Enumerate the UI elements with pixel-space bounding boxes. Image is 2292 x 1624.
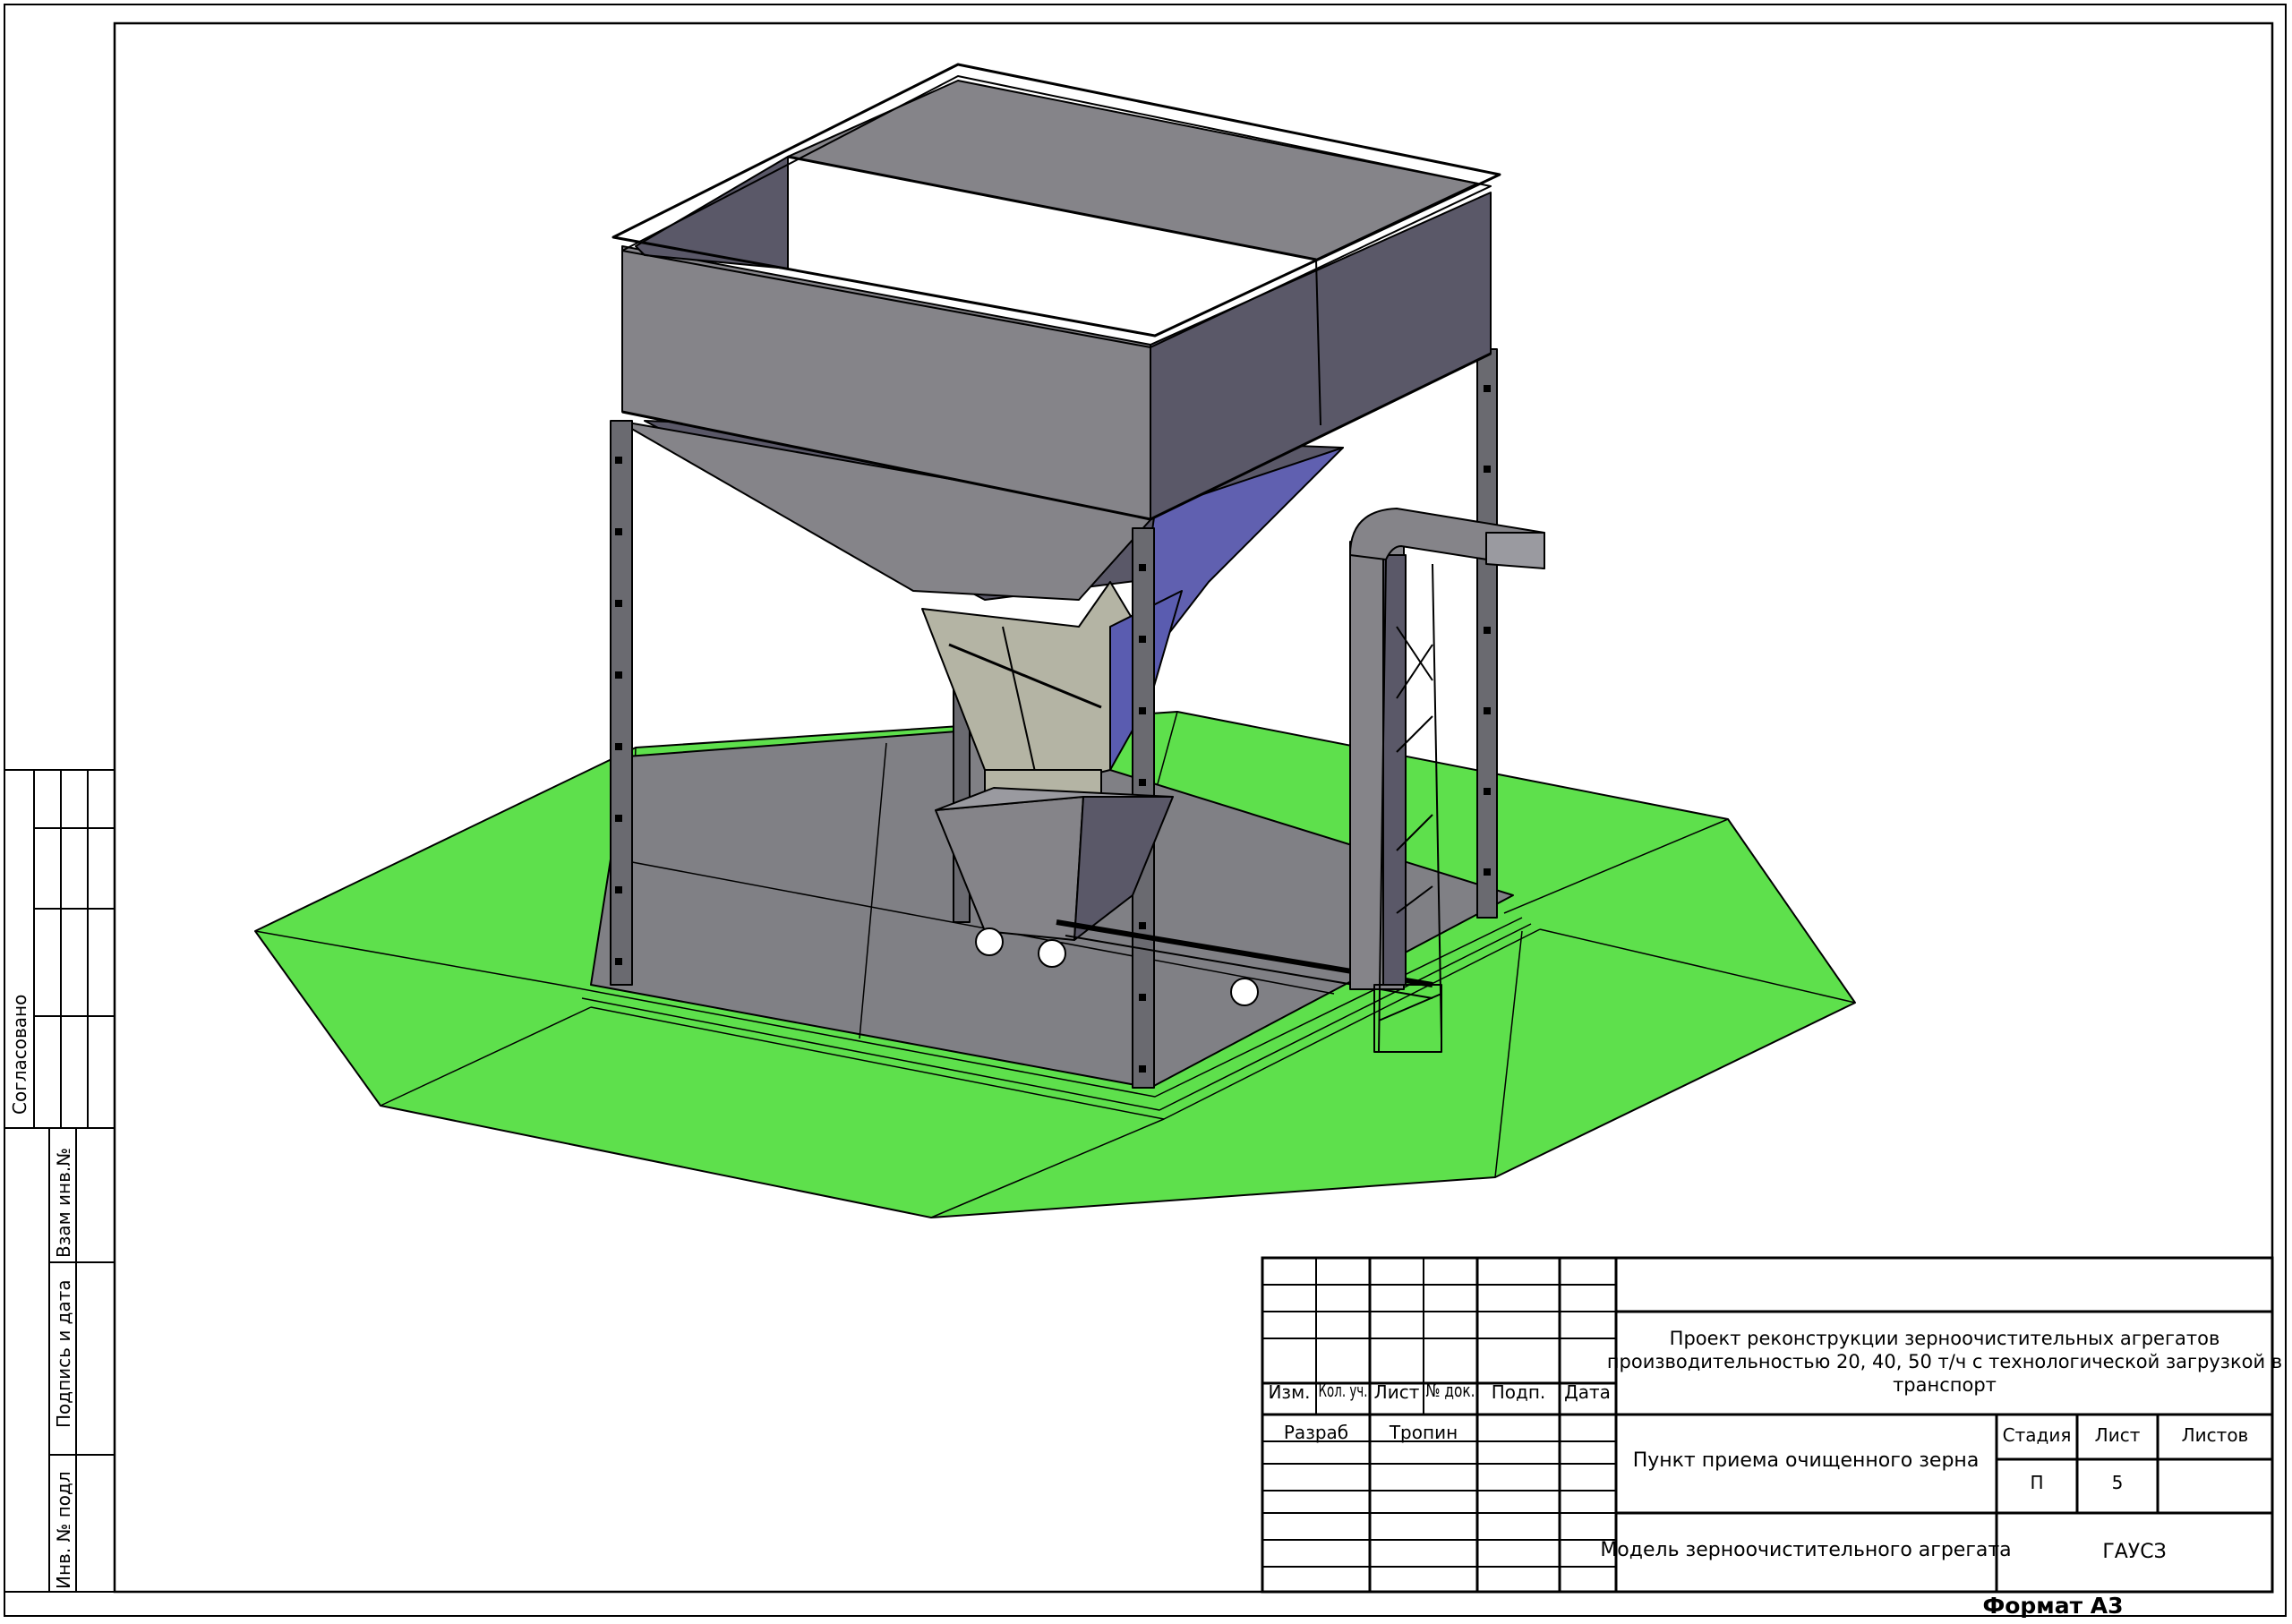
agreed-label: Согласовано — [9, 995, 30, 1115]
stage-label: Стадия — [2003, 1424, 2072, 1446]
sheet-label: Лист — [2095, 1424, 2141, 1446]
developer-role: Разраб — [1284, 1422, 1348, 1443]
header-sign: Подп. — [1492, 1381, 1546, 1403]
object-name: Пункт приема очищенного зерна — [1633, 1449, 1980, 1472]
hopper-box-inside-left — [635, 156, 789, 269]
sheets-label: Листов — [2182, 1424, 2249, 1446]
developer-name: Тропин — [1389, 1422, 1458, 1443]
header-izm: Изм. — [1268, 1381, 1310, 1403]
header-date: Дата — [1564, 1381, 1611, 1403]
sign-date-label: Подпись и дата — [53, 1279, 74, 1428]
header-list: Лист — [1374, 1381, 1420, 1403]
sheet-name: Модель зерноочистительного агрегата — [1600, 1539, 2011, 1561]
sheet-value: 5 — [2112, 1472, 2124, 1493]
project-title-line-3: транспорт — [1893, 1374, 1997, 1396]
grain-cleaner-model — [254, 63, 1856, 1218]
organization-code: ГАУСЗ — [2102, 1541, 2166, 1563]
replace-inv-label: Взам инв.№ — [53, 1148, 74, 1258]
drawing-sheet: Согласовано Взам инв.№ Подпись и дата Ин… — [4, 4, 2287, 1619]
format-label: Формат А3 — [1982, 1593, 2123, 1619]
leg-front-left — [610, 420, 633, 986]
header-doc-no: № док. — [1426, 1380, 1475, 1401]
project-title-line-2: производительностью 20, 40, 50 т/ч с тех… — [1607, 1351, 2282, 1372]
project-title-line-1: Проект реконструкции зерноочистительных … — [1670, 1328, 2220, 1349]
inv-orig-label: Инв. № подл — [53, 1471, 74, 1589]
stage-value: П — [2030, 1472, 2043, 1493]
header-kol-uch: Кол. уч. — [1319, 1380, 1368, 1401]
